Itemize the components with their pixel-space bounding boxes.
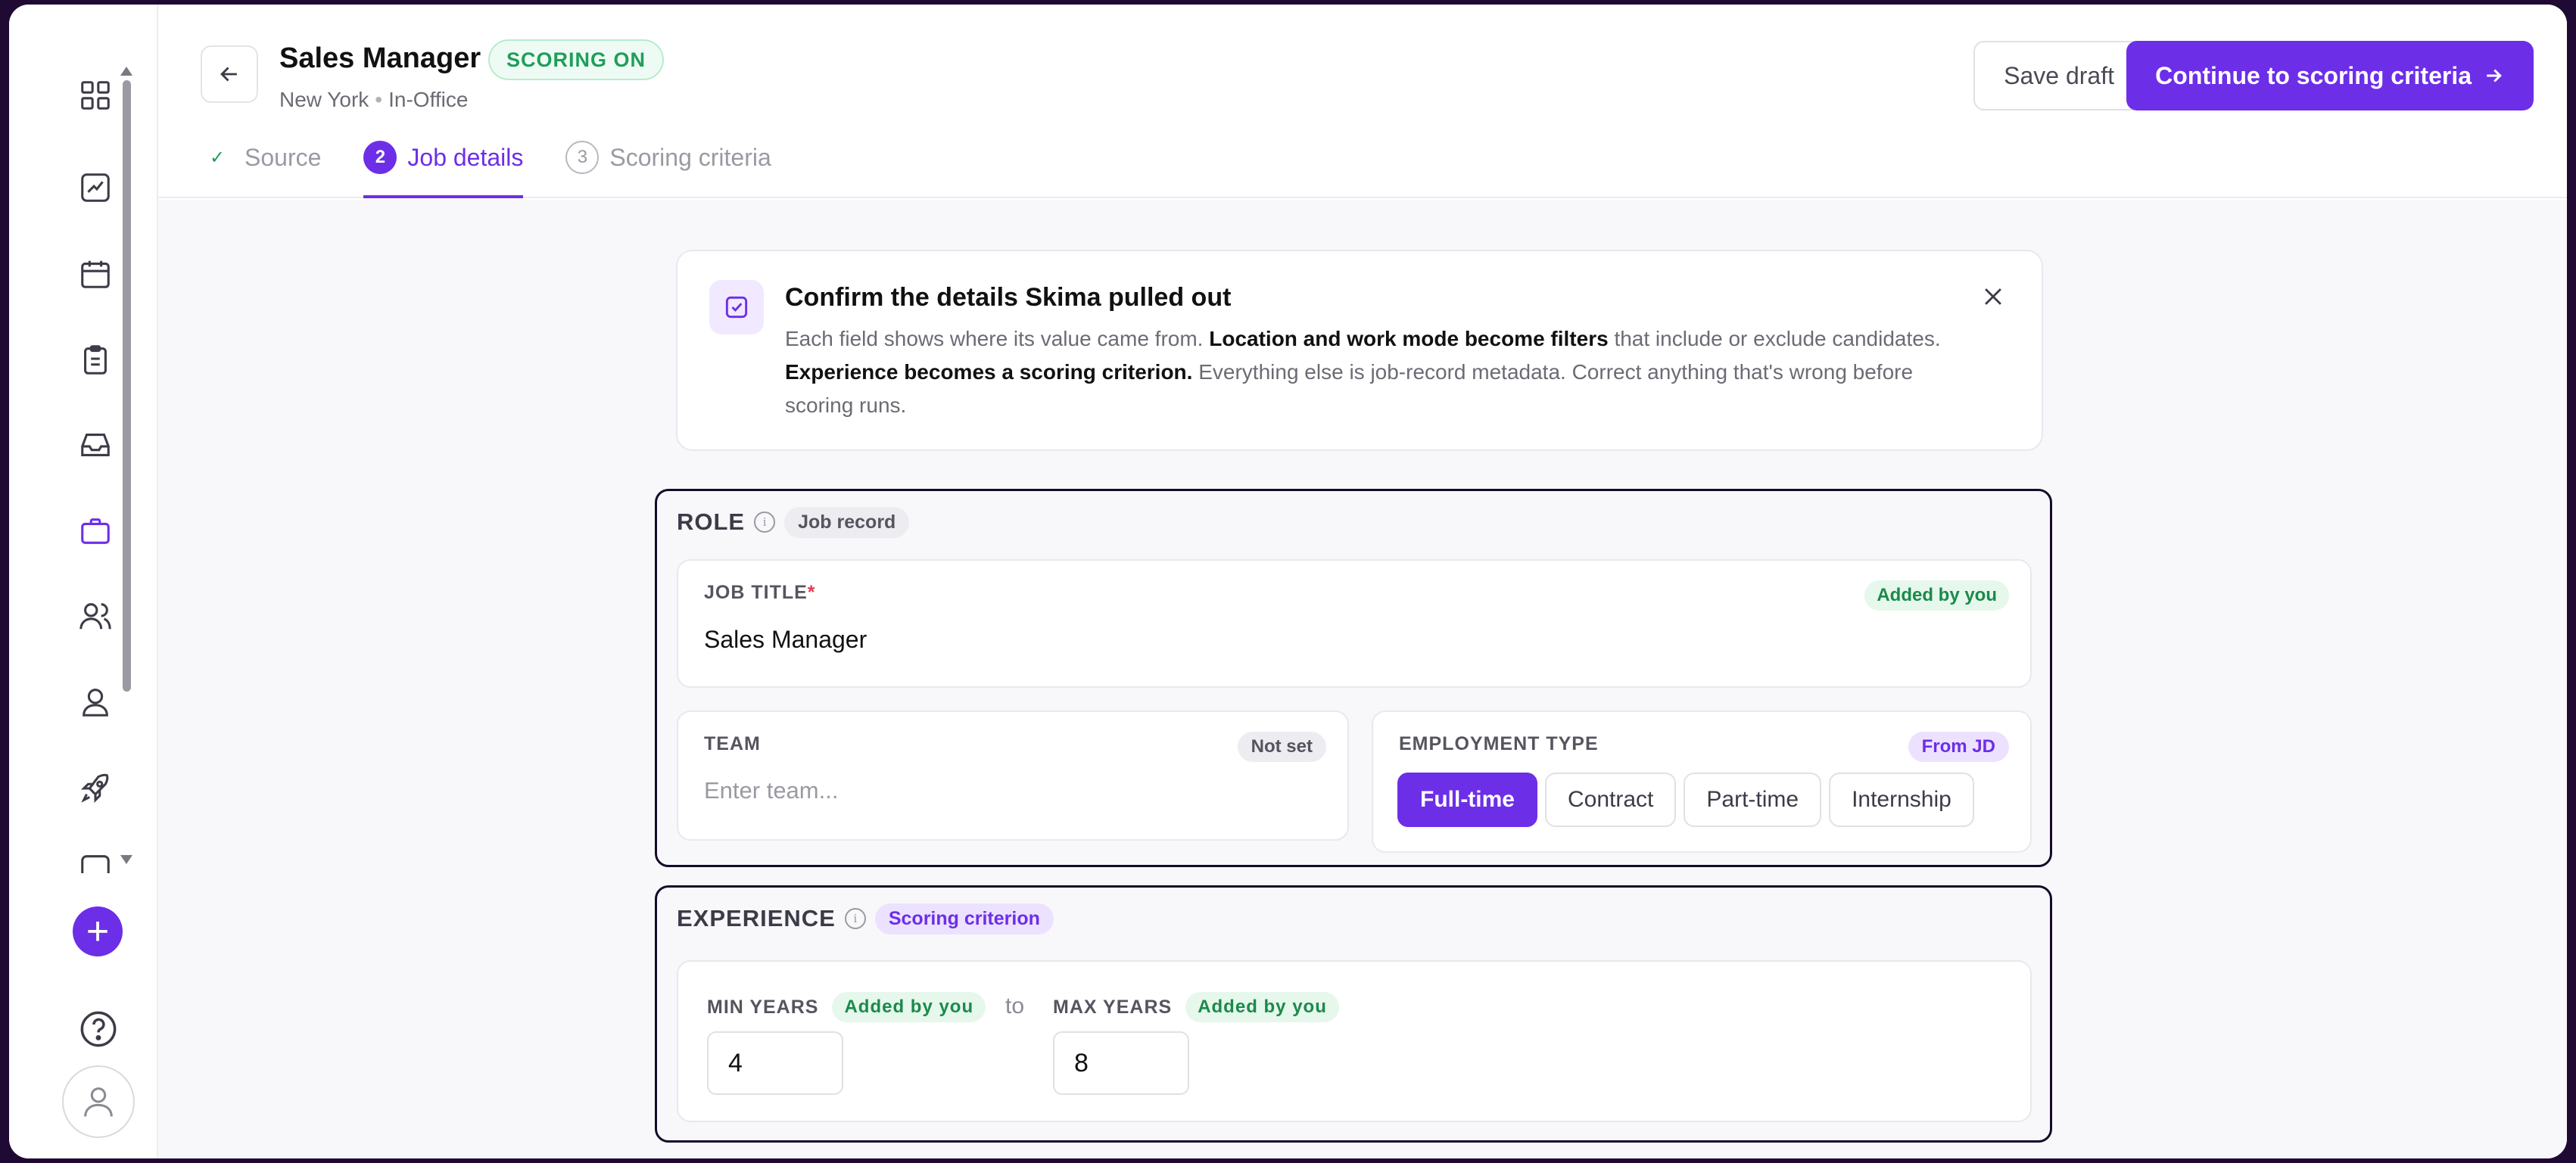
close-icon[interactable]: [1976, 280, 2010, 313]
page-title: Sales Manager: [279, 42, 481, 74]
field-label: TEAM: [704, 733, 761, 754]
step-scoring-criteria[interactable]: 3 Scoring criteria: [565, 138, 771, 177]
role-section: ROLE i Job record JOB TITLE* Added by yo…: [655, 489, 2052, 867]
max-years-label: MAX YEARS: [1053, 996, 1173, 1018]
field-label: EMPLOYMENT TYPE: [1399, 733, 1599, 754]
status-badge: SCORING ON: [488, 39, 665, 80]
min-years-input[interactable]: 4: [707, 1031, 843, 1095]
field-label: JOB TITLE*: [704, 582, 816, 604]
users-icon[interactable]: [76, 596, 115, 636]
role-section-header: ROLE i Job record: [677, 503, 910, 541]
save-draft-button[interactable]: Save draft: [1973, 41, 2145, 110]
clipboard-icon[interactable]: [76, 341, 115, 380]
source-badge: From JD: [1908, 732, 2009, 762]
person-icon[interactable]: [76, 683, 115, 722]
location-text: New York: [279, 88, 369, 111]
experience-range-field: MIN YEARS Added by you 4 to MAX YEARS Ad…: [677, 960, 2032, 1122]
app-window: + Sales Manager SCORING ON New York • In-O…: [9, 5, 2567, 1158]
option-part-time[interactable]: Part-time: [1684, 773, 1822, 827]
stepper: ✓ Source 2 Job details 3 Scoring criteri…: [201, 138, 814, 198]
step-job-details[interactable]: 2 Job details: [363, 138, 524, 198]
team-field[interactable]: TEAM Not set Enter team...: [677, 711, 1349, 841]
arrow-left-icon: [220, 67, 237, 82]
section-title: EXPERIENCE: [677, 905, 836, 931]
source-badge: Added by you: [1864, 580, 2009, 611]
step-label: Scoring criteria: [609, 143, 771, 171]
briefcase-icon[interactable]: [76, 512, 115, 551]
main-content: Confirm the details Skima pulled out Eac…: [158, 200, 2567, 1158]
rocket-icon[interactable]: [76, 769, 115, 808]
min-years-label-row: MIN YEARS Added by you: [707, 992, 986, 1022]
option-contract[interactable]: Contract: [1545, 773, 1677, 827]
experience-section-header: EXPERIENCE i Scoring criterion: [677, 900, 1054, 938]
option-internship[interactable]: Internship: [1829, 773, 1974, 827]
check-icon: ✓: [209, 147, 226, 168]
info-text: Each field shows where its value came fr…: [785, 327, 1210, 350]
job-subtitle: New York • In-Office: [279, 88, 468, 112]
add-button[interactable]: +: [73, 906, 123, 956]
range-separator: to: [1005, 994, 1025, 1018]
source-badge: Added by you: [832, 992, 986, 1022]
employment-type-selector: Full-time Contract Part-time Internship: [1397, 773, 1974, 827]
step-source[interactable]: ✓ Source: [201, 138, 321, 177]
label-text: JOB TITLE: [704, 582, 808, 603]
team-input[interactable]: Enter team...: [704, 777, 838, 804]
continue-button[interactable]: Continue to scoring criteria: [2126, 41, 2534, 110]
max-years-input[interactable]: 8: [1053, 1031, 1189, 1095]
info-banner: Confirm the details Skima pulled out Eac…: [676, 250, 2043, 451]
info-body: Each field shows where its value came fr…: [785, 322, 1951, 422]
sidebar-scrollbar[interactable]: [123, 80, 131, 692]
arrow-right-icon: [2487, 69, 2502, 82]
info-emphasis: Location and work mode become filters: [1209, 327, 1609, 350]
chart-icon[interactable]: [76, 168, 115, 207]
info-title: Confirm the details Skima pulled out: [785, 283, 1232, 312]
folder-icon[interactable]: [76, 850, 115, 873]
info-icon[interactable]: i: [754, 512, 776, 533]
info-emphasis: Experience becomes a scoring criterion.: [785, 360, 1193, 384]
section-tag: Job record: [784, 506, 910, 538]
job-title-field[interactable]: JOB TITLE* Added by you Sales Manager: [677, 559, 2032, 688]
work-mode-text: In-Office: [388, 88, 469, 111]
separator-dot: •: [375, 88, 383, 111]
calendar-icon[interactable]: [76, 254, 115, 294]
scroll-up-arrow[interactable]: [120, 67, 132, 76]
required-marker: *: [807, 582, 816, 603]
step-label: Job details: [407, 143, 524, 171]
continue-label: Continue to scoring criteria: [2155, 61, 2472, 89]
job-title-input[interactable]: Sales Manager: [704, 626, 867, 654]
option-full-time[interactable]: Full-time: [1397, 773, 1537, 827]
section-title: ROLE: [677, 508, 746, 535]
employment-type-field: EMPLOYMENT TYPE From JD Full-time Contra…: [1372, 711, 2032, 853]
info-text: that include or exclude candidates.: [1608, 327, 1941, 350]
back-button[interactable]: [201, 45, 258, 103]
step-number: 2: [363, 141, 397, 174]
sidebar: +: [9, 5, 158, 1158]
source-badge: Added by you: [1185, 992, 1339, 1022]
scroll-down-arrow[interactable]: [120, 855, 132, 864]
step-number: 3: [565, 141, 600, 174]
page-header: Sales Manager SCORING ON New York • In-Off…: [158, 5, 2567, 198]
info-icon[interactable]: i: [844, 908, 866, 929]
section-tag: Scoring criterion: [874, 903, 1054, 934]
grid-icon[interactable]: [76, 76, 115, 115]
user-avatar[interactable]: [62, 1065, 135, 1138]
help-icon[interactable]: [79, 1009, 118, 1049]
inbox-icon[interactable]: [76, 425, 115, 465]
max-years-label-row: MAX YEARS Added by you: [1053, 992, 1339, 1022]
experience-section: EXPERIENCE i Scoring criterion MIN YEARS…: [655, 885, 2052, 1143]
checkbox-icon: [709, 280, 764, 334]
step-label: Source: [245, 143, 322, 171]
min-years-label: MIN YEARS: [707, 996, 819, 1018]
source-badge: Not set: [1237, 732, 1326, 762]
